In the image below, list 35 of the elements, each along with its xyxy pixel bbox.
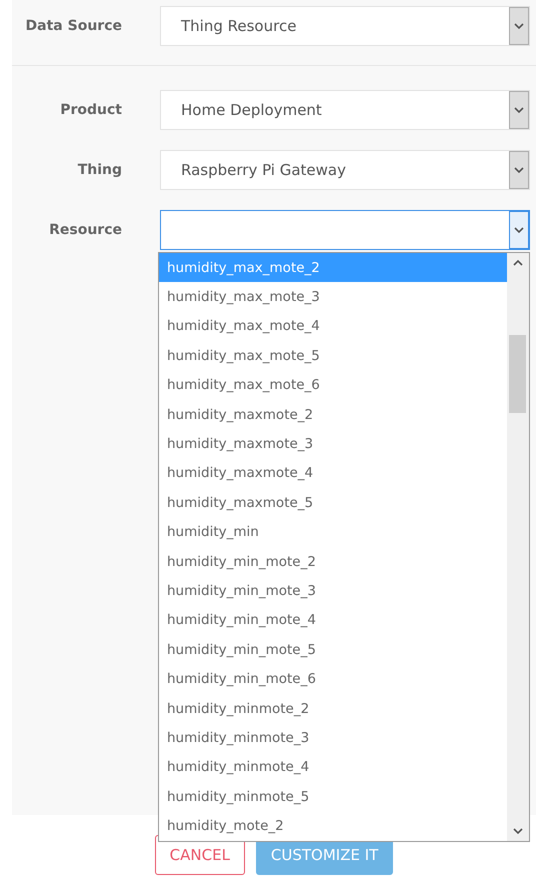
- chevron-up-icon[interactable]: [513, 259, 523, 266]
- dropdown-option[interactable]: humidity_max_mote_6: [159, 370, 507, 400]
- chevron-down-icon[interactable]: [514, 166, 524, 174]
- dropdown-option[interactable]: humidity_minmote_2: [159, 694, 507, 724]
- dropdown-option[interactable]: humidity_maxmote_4: [159, 458, 507, 488]
- field-label: Data Source: [24, 18, 122, 34]
- field-label: Product: [59, 102, 122, 118]
- chevron-down-icon[interactable]: [514, 106, 524, 114]
- dropdown-option[interactable]: humidity_maxmote_5: [159, 488, 507, 518]
- dropdown-option[interactable]: humidity_min_mote_3: [159, 576, 507, 606]
- dropdown-option[interactable]: humidity_min_mote_6: [159, 664, 507, 694]
- data-source-select[interactable]: Thing Resource: [160, 6, 530, 46]
- dropdown-option[interactable]: humidity_min: [159, 518, 507, 547]
- dropdown-option[interactable]: humidity_max_mote_5: [159, 341, 507, 371]
- select-field[interactable]: [160, 210, 530, 250]
- dropdown-option[interactable]: humidity_minmote_5: [159, 782, 507, 812]
- chevron-down-icon[interactable]: [513, 828, 523, 835]
- dropdown-option[interactable]: humidity_min_mote_2: [159, 546, 507, 576]
- chevron-down-icon[interactable]: [514, 22, 524, 30]
- dropdown-option[interactable]: humidity_max_mote_4: [159, 312, 507, 342]
- chevron-down-icon[interactable]: [514, 226, 524, 234]
- dropdown-option[interactable]: humidity_maxmote_3: [159, 429, 507, 459]
- select-field[interactable]: Raspberry Pi Gateway: [160, 150, 530, 190]
- field-label: Thing: [76, 162, 122, 178]
- dropdown-option[interactable]: humidity_min_mote_4: [159, 606, 507, 636]
- select-field[interactable]: Home Deployment: [160, 90, 530, 130]
- dropdown-option[interactable]: humidity_minmote_3: [159, 723, 507, 753]
- dropdown-option[interactable]: humidity_max_mote_3: [159, 282, 507, 312]
- field-label: Resource: [48, 222, 122, 238]
- scrollbar-thumb[interactable]: [509, 335, 526, 413]
- scrollbar[interactable]: [507, 253, 529, 841]
- dropdown-option[interactable]: humidity_minmote_4: [159, 752, 507, 782]
- dropdown-option[interactable]: humidity_min_mote_5: [159, 635, 507, 664]
- dropdown-option[interactable]: humidity_maxmote_2: [159, 400, 507, 430]
- dropdown-option[interactable]: humidity_max_mote_2: [159, 253, 507, 282]
